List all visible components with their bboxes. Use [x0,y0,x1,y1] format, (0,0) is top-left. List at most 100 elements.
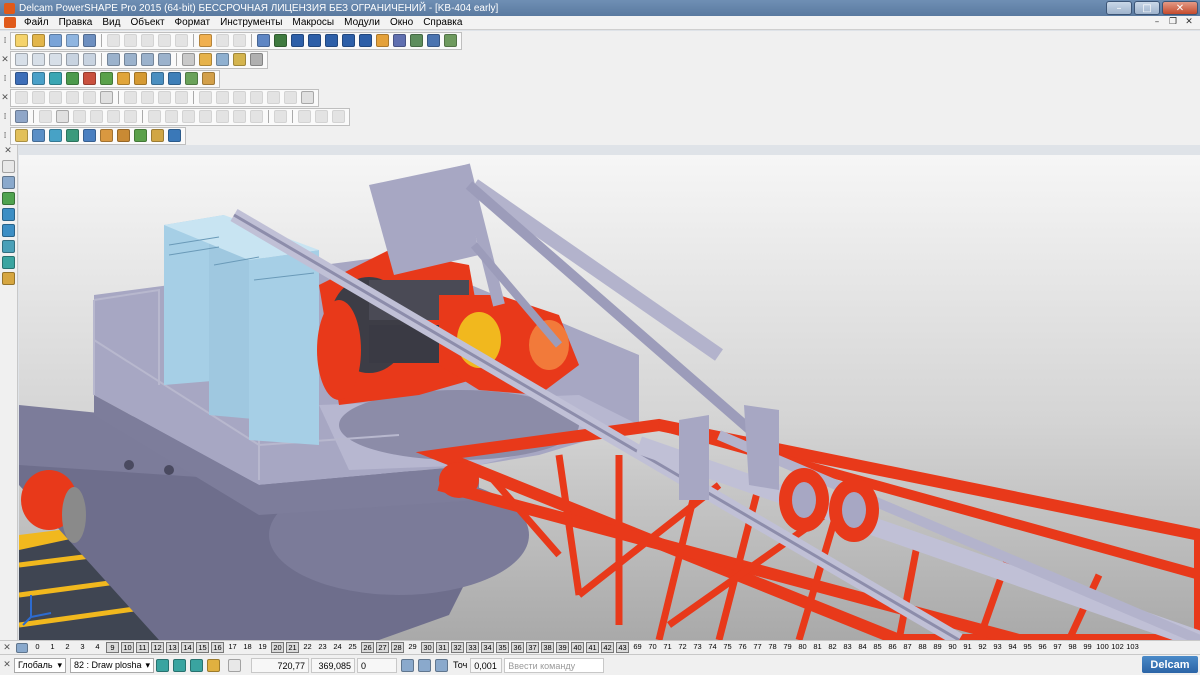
level-button[interactable]: 70 [646,642,659,653]
menu-view[interactable]: Вид [97,17,125,28]
surface-select-icon[interactable] [15,110,28,123]
toolbar-grip[interactable]: ⁞ [0,110,10,124]
level-button[interactable]: 96 [1036,642,1049,653]
absolute-coords-icon[interactable] [401,658,414,672]
circle-icon[interactable] [325,34,338,47]
select-box-icon[interactable] [301,91,314,104]
level-button[interactable]: 83 [841,642,854,653]
project-icon[interactable] [199,91,212,104]
smooth-icon[interactable] [233,91,246,104]
torus-icon[interactable] [100,72,113,85]
menu-file[interactable]: Файл [19,17,54,28]
command-input[interactable]: Ввести команду [504,657,605,673]
level-button[interactable]: 77 [751,642,764,653]
document-icon[interactable] [4,17,16,28]
toolbar-close-icon[interactable]: ✕ [0,145,16,157]
level-button[interactable]: 97 [1051,642,1064,653]
level-button[interactable]: 12 [151,642,164,653]
level-button[interactable]: 91 [961,642,974,653]
arc-icon[interactable] [308,34,321,47]
level-button[interactable]: 85 [871,642,884,653]
level-dropdown[interactable]: 82 : Draw ploshad ▾ [70,657,154,673]
point-icon[interactable] [15,129,28,142]
shaded-icon[interactable] [199,53,212,66]
reverse-icon[interactable] [250,91,263,104]
workplane-icon[interactable] [274,34,287,47]
object-wireframe-icon[interactable] [2,192,15,205]
solid-cone-icon[interactable] [83,129,96,142]
section-icon[interactable] [250,53,263,66]
level-button[interactable]: 79 [781,642,794,653]
level-button[interactable]: 88 [916,642,929,653]
surface-icon[interactable] [376,34,389,47]
level-button[interactable]: 73 [691,642,704,653]
level-button[interactable]: 31 [436,642,449,653]
surface-extend-icon[interactable] [90,110,103,123]
level-button[interactable]: 38 [541,642,554,653]
level-button[interactable]: 100 [1096,642,1109,653]
level-button[interactable]: 43 [616,642,629,653]
level-button[interactable]: 98 [1066,642,1079,653]
level-button[interactable]: 29 [406,642,419,653]
menu-macros[interactable]: Макросы [287,17,339,28]
menu-format[interactable]: Формат [170,17,216,28]
object-assembly-icon[interactable] [2,256,15,269]
level-button[interactable]: 4 [91,642,104,653]
surface-fillet-icon[interactable] [124,110,137,123]
assembly-icon[interactable] [202,72,215,85]
object-surface-icon[interactable] [2,208,15,221]
level-button[interactable]: 33 [466,642,479,653]
scale-icon[interactable] [66,91,79,104]
doc-icon[interactable] [15,72,28,85]
level-button[interactable]: 3 [76,642,89,653]
redo-icon[interactable] [216,34,229,47]
level-button[interactable]: 22 [301,642,314,653]
object-mesh-icon[interactable] [2,240,15,253]
mesh-icon[interactable] [410,34,423,47]
join-icon[interactable] [158,91,171,104]
level-button[interactable]: 21 [286,642,299,653]
level-button[interactable]: 26 [361,642,374,653]
solid-tree-icon[interactable] [298,110,311,123]
grid-icon[interactable] [228,658,241,672]
view-iso-icon[interactable] [66,53,79,66]
line-icon[interactable] [291,34,304,47]
level-button[interactable]: 71 [661,642,674,653]
copy-icon[interactable] [124,34,137,47]
toolbar-grip[interactable]: ⁞ [0,129,10,143]
level-button[interactable]: 102 [1111,642,1124,653]
text-icon[interactable] [359,34,372,47]
level-button[interactable]: 76 [736,642,749,653]
minimize-button[interactable]: – [1106,1,1132,15]
delete-icon[interactable] [175,34,188,47]
level-button[interactable]: 74 [706,642,719,653]
toolbar-close-icon[interactable]: ✕ [0,658,14,672]
level-button[interactable]: 13 [166,642,179,653]
level-button[interactable]: 99 [1081,642,1094,653]
view-iso2-icon[interactable] [83,53,96,66]
new-icon[interactable] [15,34,28,47]
fit-icon[interactable] [284,91,297,104]
solid-hole-icon[interactable] [233,110,246,123]
solid-cylinder-icon[interactable] [66,129,79,142]
repeat-icon[interactable] [233,34,246,47]
toolbar-close-icon[interactable]: ✕ [0,641,14,654]
solid-repair-icon[interactable] [332,110,345,123]
rotate-object-icon[interactable] [32,91,45,104]
level-button[interactable]: 1 [46,642,59,653]
block-icon[interactable] [32,72,45,85]
object-solid-icon[interactable] [2,224,15,237]
doc-minimize-button[interactable]: – [1150,17,1164,28]
doc-restore-button[interactable]: ❐ [1166,17,1180,28]
level-button[interactable]: 9 [106,642,119,653]
cylinder-icon[interactable] [49,72,62,85]
curve-edit-icon[interactable] [267,91,280,104]
lighting-icon[interactable] [233,53,246,66]
feature-icon[interactable] [185,72,198,85]
toolbar-close-icon[interactable]: ✕ [0,91,10,105]
level-button[interactable]: 25 [346,642,359,653]
select-box-icon[interactable] [100,91,113,104]
toolbar-grip[interactable]: ⁞ [0,34,10,48]
level-button[interactable]: 92 [976,642,989,653]
level-button[interactable]: 37 [526,642,539,653]
